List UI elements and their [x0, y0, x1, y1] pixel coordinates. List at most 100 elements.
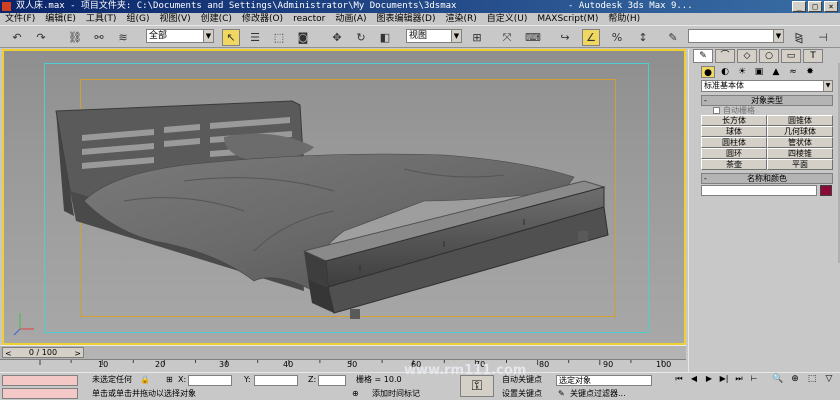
prev-frame-icon[interactable]: ◀	[687, 373, 701, 385]
menu-tools[interactable]: 工具(T)	[81, 13, 122, 25]
time-tag-icon[interactable]: ⊕	[350, 388, 360, 400]
geosphere-button[interactable]: 几何球体	[767, 126, 833, 137]
track-bar[interactable]: 10 20 30 40 50 60 70 80 90 100	[0, 359, 686, 372]
tab-utilities[interactable]: T	[803, 49, 823, 63]
unlink-icon[interactable]: ⚯	[90, 29, 108, 46]
select-link-icon[interactable]: ⛓	[66, 29, 84, 46]
menu-edit[interactable]: 编辑(E)	[40, 13, 81, 25]
scale-icon[interactable]: ◧	[376, 29, 394, 46]
angle-snap-icon[interactable]: ∠	[582, 29, 600, 46]
sphere-button[interactable]: 球体	[701, 126, 767, 137]
goto-end-icon[interactable]: ⏭	[732, 373, 746, 385]
tab-create[interactable]: ✎	[693, 49, 713, 63]
absolute-mode-icon[interactable]: ⊞	[164, 374, 176, 386]
mirror-icon[interactable]: ⧎	[790, 29, 808, 46]
plane-button[interactable]: 平面	[767, 159, 833, 170]
zoom-all-icon[interactable]: ⊕	[787, 373, 803, 385]
set-key-button[interactable]: 设置关键点	[500, 388, 554, 400]
menu-reactor[interactable]: reactor	[288, 13, 330, 25]
select-by-name-icon[interactable]: ☰	[246, 29, 264, 46]
selection-filter-value: 全部	[149, 31, 168, 41]
next-frame-icon[interactable]: ▶|	[717, 373, 731, 385]
box-button[interactable]: 长方体	[701, 115, 767, 126]
time-slider-track[interactable]: < 0 / 100 >	[0, 345, 686, 359]
menu-file[interactable]: 文件(F)	[0, 13, 40, 25]
object-color-swatch[interactable]	[820, 185, 832, 196]
select-arrow-icon[interactable]: ↖	[222, 29, 240, 46]
bed-model[interactable]	[4, 51, 684, 343]
menu-modifiers[interactable]: 修改器(O)	[237, 13, 288, 25]
object-type-rollout[interactable]: - 对象类型	[701, 95, 833, 106]
pivot-center-icon[interactable]: ⊞	[468, 29, 486, 46]
play-icon[interactable]: ▶	[702, 373, 716, 385]
edit-named-selection-icon[interactable]: ✎	[664, 29, 682, 46]
lights-icon[interactable]: ☀	[735, 66, 749, 78]
cylinder-button[interactable]: 圆柱体	[701, 137, 767, 148]
rect-selection-icon[interactable]: ⬚	[270, 29, 288, 46]
torus-button[interactable]: 圆环	[701, 148, 767, 159]
menu-animation[interactable]: 动画(A)	[330, 13, 371, 25]
tab-motion[interactable]: ○	[759, 49, 779, 63]
tab-modify[interactable]: ⌒	[715, 49, 735, 63]
redo-icon[interactable]: ↷	[32, 29, 50, 46]
selection-filter-dropdown[interactable]: 全部 ▼	[146, 29, 214, 43]
time-slider-thumb[interactable]: < 0 / 100 >	[2, 347, 84, 358]
named-selection-dropdown[interactable]: ▼	[688, 29, 784, 43]
teapot-button[interactable]: 茶壶	[701, 159, 767, 170]
helpers-icon[interactable]: ▲	[769, 66, 783, 78]
key-icon[interactable]: ⚿	[460, 375, 494, 397]
undo-icon[interactable]: ↶	[8, 29, 26, 46]
tab-hierarchy[interactable]: ◇	[737, 49, 757, 63]
zoom-extents-icon[interactable]: ⬚	[804, 373, 820, 385]
menu-create[interactable]: 创建(C)	[196, 13, 237, 25]
keyboard-shortcut-icon[interactable]: ⌨	[524, 29, 542, 46]
key-mode-icon[interactable]: ⊢	[747, 373, 761, 385]
lock-icon[interactable]: 🔒	[138, 374, 150, 386]
percent-snap-icon[interactable]: %	[608, 29, 626, 46]
align-icon[interactable]: ⊣	[814, 29, 832, 46]
y-coord-field[interactable]	[254, 375, 298, 386]
maximize-button[interactable]: □	[808, 1, 822, 12]
z-coord-field[interactable]	[318, 375, 346, 386]
shapes-icon[interactable]: ◐	[718, 66, 732, 78]
snap-toggle-icon[interactable]: ↪	[556, 29, 574, 46]
menu-rendering[interactable]: 渲染(R)	[440, 13, 481, 25]
object-name-input[interactable]	[701, 185, 817, 196]
name-color-rollout[interactable]: - 名称和颜色	[701, 173, 833, 184]
cone-button[interactable]: 圆锥体	[767, 115, 833, 126]
bind-space-warp-icon[interactable]: ≋	[114, 29, 132, 46]
spinner-snap-icon[interactable]: ↕	[634, 29, 652, 46]
reference-coord-dropdown[interactable]: 视图 ▼	[406, 29, 462, 43]
geometry-icon[interactable]: ●	[701, 66, 715, 78]
rotate-icon[interactable]: ↻	[352, 29, 370, 46]
menu-views[interactable]: 视图(V)	[154, 13, 195, 25]
tab-display[interactable]: ▭	[781, 49, 801, 63]
cameras-icon[interactable]: ▣	[752, 66, 766, 78]
goto-start-icon[interactable]: ⏮	[672, 373, 686, 385]
window-crossing-icon[interactable]: ◙	[294, 29, 312, 46]
menu-customize[interactable]: 自定义(U)	[482, 13, 533, 25]
set-key-icon[interactable]: ✎	[556, 388, 566, 400]
key-filters-button[interactable]: 关键点过滤器...	[568, 388, 652, 400]
menu-maxscript[interactable]: MAXScript(M)	[532, 13, 603, 25]
primitive-type-dropdown[interactable]: 标准基本体 ▼	[701, 80, 833, 92]
x-coord-field[interactable]	[188, 375, 232, 386]
pyramid-button[interactable]: 四棱锥	[767, 148, 833, 159]
menu-help[interactable]: 帮助(H)	[603, 13, 645, 25]
field-of-view-icon[interactable]: ▽	[821, 373, 837, 385]
key-mode-dropdown[interactable]: 选定对象	[556, 375, 652, 386]
add-time-tag-button[interactable]: 添加时间标记	[370, 388, 450, 400]
menu-graph-editors[interactable]: 图表编辑器(D)	[372, 13, 441, 25]
minimize-button[interactable]: _	[792, 1, 806, 12]
maxscript-output[interactable]	[2, 388, 78, 399]
tube-button[interactable]: 管状体	[767, 137, 833, 148]
systems-icon[interactable]: ✸	[803, 66, 817, 78]
move-icon[interactable]: ✥	[328, 29, 346, 46]
select-manipulate-icon[interactable]: ⤧	[498, 29, 516, 46]
maxscript-listener[interactable]	[2, 375, 78, 386]
close-button[interactable]: ×	[824, 1, 838, 12]
menu-group[interactable]: 组(G)	[121, 13, 154, 25]
space-warps-icon[interactable]: ≈	[786, 66, 800, 78]
zoom-icon[interactable]: 🔍	[770, 373, 786, 385]
perspective-viewport[interactable]	[2, 49, 686, 345]
